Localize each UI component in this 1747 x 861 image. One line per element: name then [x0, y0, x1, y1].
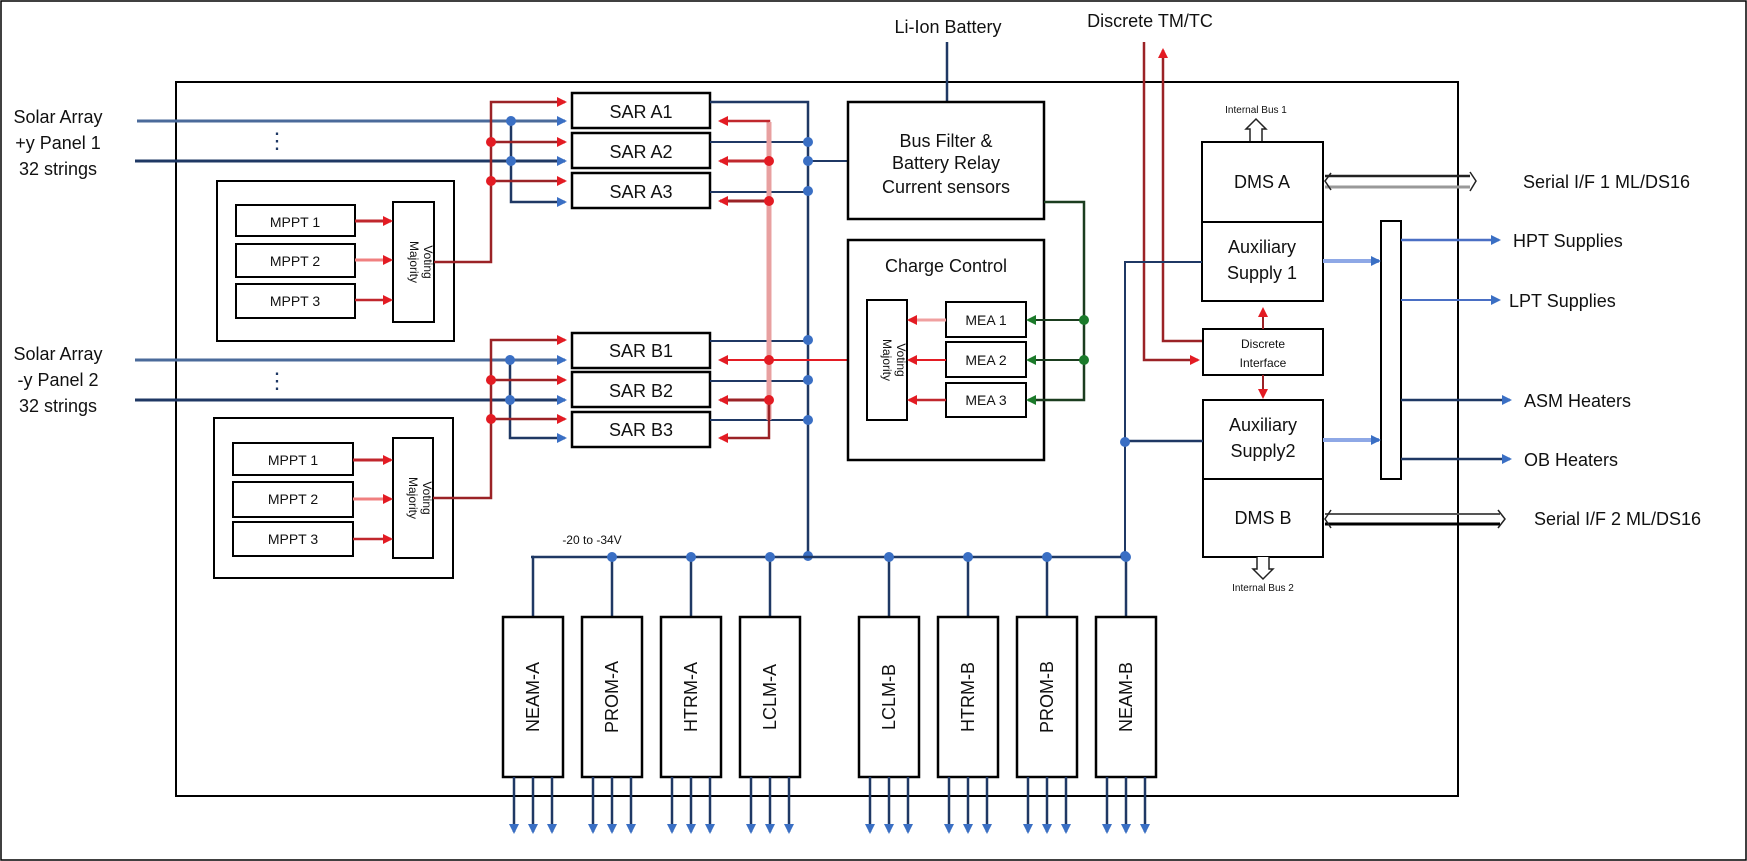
module-label: LCLM-B: [879, 664, 899, 730]
solar-array-1-line1: Solar Array: [13, 107, 102, 127]
distribution-modules: NEAM-A PROM-A HTRM-A LCLM-A LCLM-B HTRM-B PROM…: [501, 552, 1158, 834]
solar-array-2-line1: Solar Array: [13, 344, 102, 364]
sar-power-lines: [710, 100, 848, 561]
discrete-tmtc-lines: [1142, 42, 1206, 365]
serial-if-2-label: Serial I/F 2 ML/DS16: [1534, 509, 1701, 529]
bus-filter-block: Bus Filter & Battery Relay Current senso…: [846, 100, 1046, 221]
bus-filter-line1: Bus Filter &: [899, 131, 992, 151]
charge-control-feedback-lines: [718, 116, 867, 443]
discrete-interface-block: Discrete Interface: [1202, 307, 1324, 399]
module-label: NEAM-A: [523, 662, 543, 732]
ob-heaters-label: OB Heaters: [1524, 450, 1618, 470]
solar-string-lines-a: ⋮: [135, 116, 567, 207]
module-lclm-b: LCLM-B: [857, 552, 921, 834]
aux-supply-2-block: Auxiliary Supply2: [1202, 399, 1324, 480]
mea-3-label: MEA 3: [965, 392, 1006, 408]
dms-a-block: Internal Bus 1 DMS A: [1201, 105, 1324, 223]
diagram-canvas: Solar Array +y Panel 1 32 strings Solar …: [0, 0, 1747, 861]
voter-label: Majority: [407, 241, 421, 283]
module-htrm-a: HTRM-A: [659, 552, 723, 834]
battery-label: Li-Ion Battery: [894, 17, 1001, 37]
aux-supply-2-line1: Auxiliary: [1229, 415, 1297, 435]
output-distribution-bar: [1380, 220, 1402, 480]
asm-heaters-label: ASM Heaters: [1524, 391, 1631, 411]
mea-2-label: MEA 2: [965, 352, 1006, 368]
module-prom-a: PROM-A: [580, 552, 644, 834]
dms-a-label: DMS A: [1234, 172, 1290, 192]
dms-b-block: DMS B Internal Bus 2: [1202, 478, 1324, 594]
aux-to-bar-lines: [1323, 256, 1381, 445]
aux-supply-2-line2: Supply2: [1230, 441, 1295, 461]
mppt-group-b: MPPT 1 MPPT 2 MPPT 3 Majority Voting: [213, 417, 454, 579]
sar-a2-label: SAR A2: [609, 142, 672, 162]
solar-array-2-line2: -y Panel 2: [17, 370, 98, 390]
lpt-supplies-label: LPT Supplies: [1509, 291, 1616, 311]
charge-control-title: Charge Control: [885, 256, 1007, 276]
discrete-interface-line2: Interface: [1240, 356, 1287, 370]
module-label: LCLM-A: [760, 664, 780, 730]
aux-supply-1-line2: Supply 1: [1227, 263, 1297, 283]
sar-group-b: SAR B1 SAR B2 SAR B3: [570, 331, 712, 449]
output-lines: [1401, 235, 1512, 464]
solar-array-1-line2: +y Panel 1: [15, 133, 101, 153]
module-label: PROM-B: [1037, 661, 1057, 733]
voter-label: Voting: [421, 245, 435, 278]
aux-supply-1-line1: Auxiliary: [1228, 237, 1296, 257]
mppt-group-a: MPPT 1 MPPT 2 MPPT 3 Majority Voting: [216, 180, 455, 342]
serial-if-1: Serial I/F 1 ML/DS16: [1324, 171, 1690, 192]
mppt-b-1-label: MPPT 1: [268, 452, 319, 468]
sar-a3-label: SAR A3: [609, 182, 672, 202]
bus-filter-line2: Battery Relay: [892, 153, 1000, 173]
module-label: PROM-A: [602, 661, 622, 733]
internal-bus-1-label: Internal Bus 1: [1225, 105, 1287, 116]
sar-a1-label: SAR A1: [609, 102, 672, 122]
sar-b1-label: SAR B1: [609, 341, 673, 361]
voter-label: Voting: [894, 343, 908, 376]
block-diagram: Solar Array +y Panel 1 32 strings Solar …: [0, 0, 1747, 861]
solar-array-2-line3: 32 strings: [19, 396, 97, 416]
hpt-supplies-label: HPT Supplies: [1513, 231, 1623, 251]
voter-label: Voting: [420, 481, 434, 514]
solar-array-1-label: Solar Array +y Panel 1 32 strings: [13, 107, 102, 179]
module-neam-a: NEAM-A: [501, 555, 565, 834]
discrete-tmtc-label: Discrete TM/TC: [1087, 11, 1213, 31]
module-label: HTRM-A: [681, 662, 701, 732]
mppt-a-1-label: MPPT 1: [270, 214, 321, 230]
bus-voltage-label: -20 to -34V: [562, 533, 621, 547]
internal-bus-2-label: Internal Bus 2: [1232, 583, 1294, 594]
discrete-interface-line1: Discrete: [1241, 337, 1285, 351]
charge-control-block: Charge Control Majority Voting MEA 1 MEA…: [846, 238, 1046, 462]
voter-label: Majority: [406, 477, 420, 519]
bus-filter-line3: Current sensors: [882, 177, 1010, 197]
internal-bus-1-arrow-icon: [1244, 117, 1268, 142]
module-prom-b: PROM-B: [1015, 552, 1079, 834]
module-neam-b: NEAM-B: [1094, 552, 1158, 834]
module-label: HTRM-B: [958, 662, 978, 732]
serial-if-2: Serial I/F 2 ML/DS16: [1324, 509, 1701, 529]
sar-b2-label: SAR B2: [609, 381, 673, 401]
ellipsis-icon: ⋮: [266, 128, 288, 153]
mppt-a-2-label: MPPT 2: [270, 253, 321, 269]
module-htrm-b: HTRM-B: [936, 552, 1000, 834]
sar-group-a: SAR A1 SAR A2 SAR A3: [570, 91, 712, 210]
mppt-b-3-label: MPPT 3: [268, 531, 319, 547]
mppt-b-2-label: MPPT 2: [268, 491, 319, 507]
aux-supply-1-block: Auxiliary Supply 1: [1201, 221, 1324, 302]
ellipsis-icon: ⋮: [266, 368, 288, 393]
solar-array-1-line3: 32 strings: [19, 159, 97, 179]
module-label: NEAM-B: [1116, 662, 1136, 732]
serial-if-1-label: Serial I/F 1 ML/DS16: [1523, 172, 1690, 192]
sar-b3-label: SAR B3: [609, 420, 673, 440]
solar-string-lines-b: ⋮: [135, 355, 567, 443]
module-lclm-a: LCLM-A: [738, 552, 802, 834]
dms-b-label: DMS B: [1234, 508, 1291, 528]
solar-array-2-label: Solar Array -y Panel 2 32 strings: [13, 344, 102, 416]
aux-supply-power-lines: [1120, 261, 1203, 561]
mea-1-label: MEA 1: [965, 312, 1006, 328]
voter-label: Majority: [880, 339, 894, 381]
internal-bus-2-arrow-icon: [1251, 557, 1275, 581]
mppt-a-3-label: MPPT 3: [270, 293, 321, 309]
